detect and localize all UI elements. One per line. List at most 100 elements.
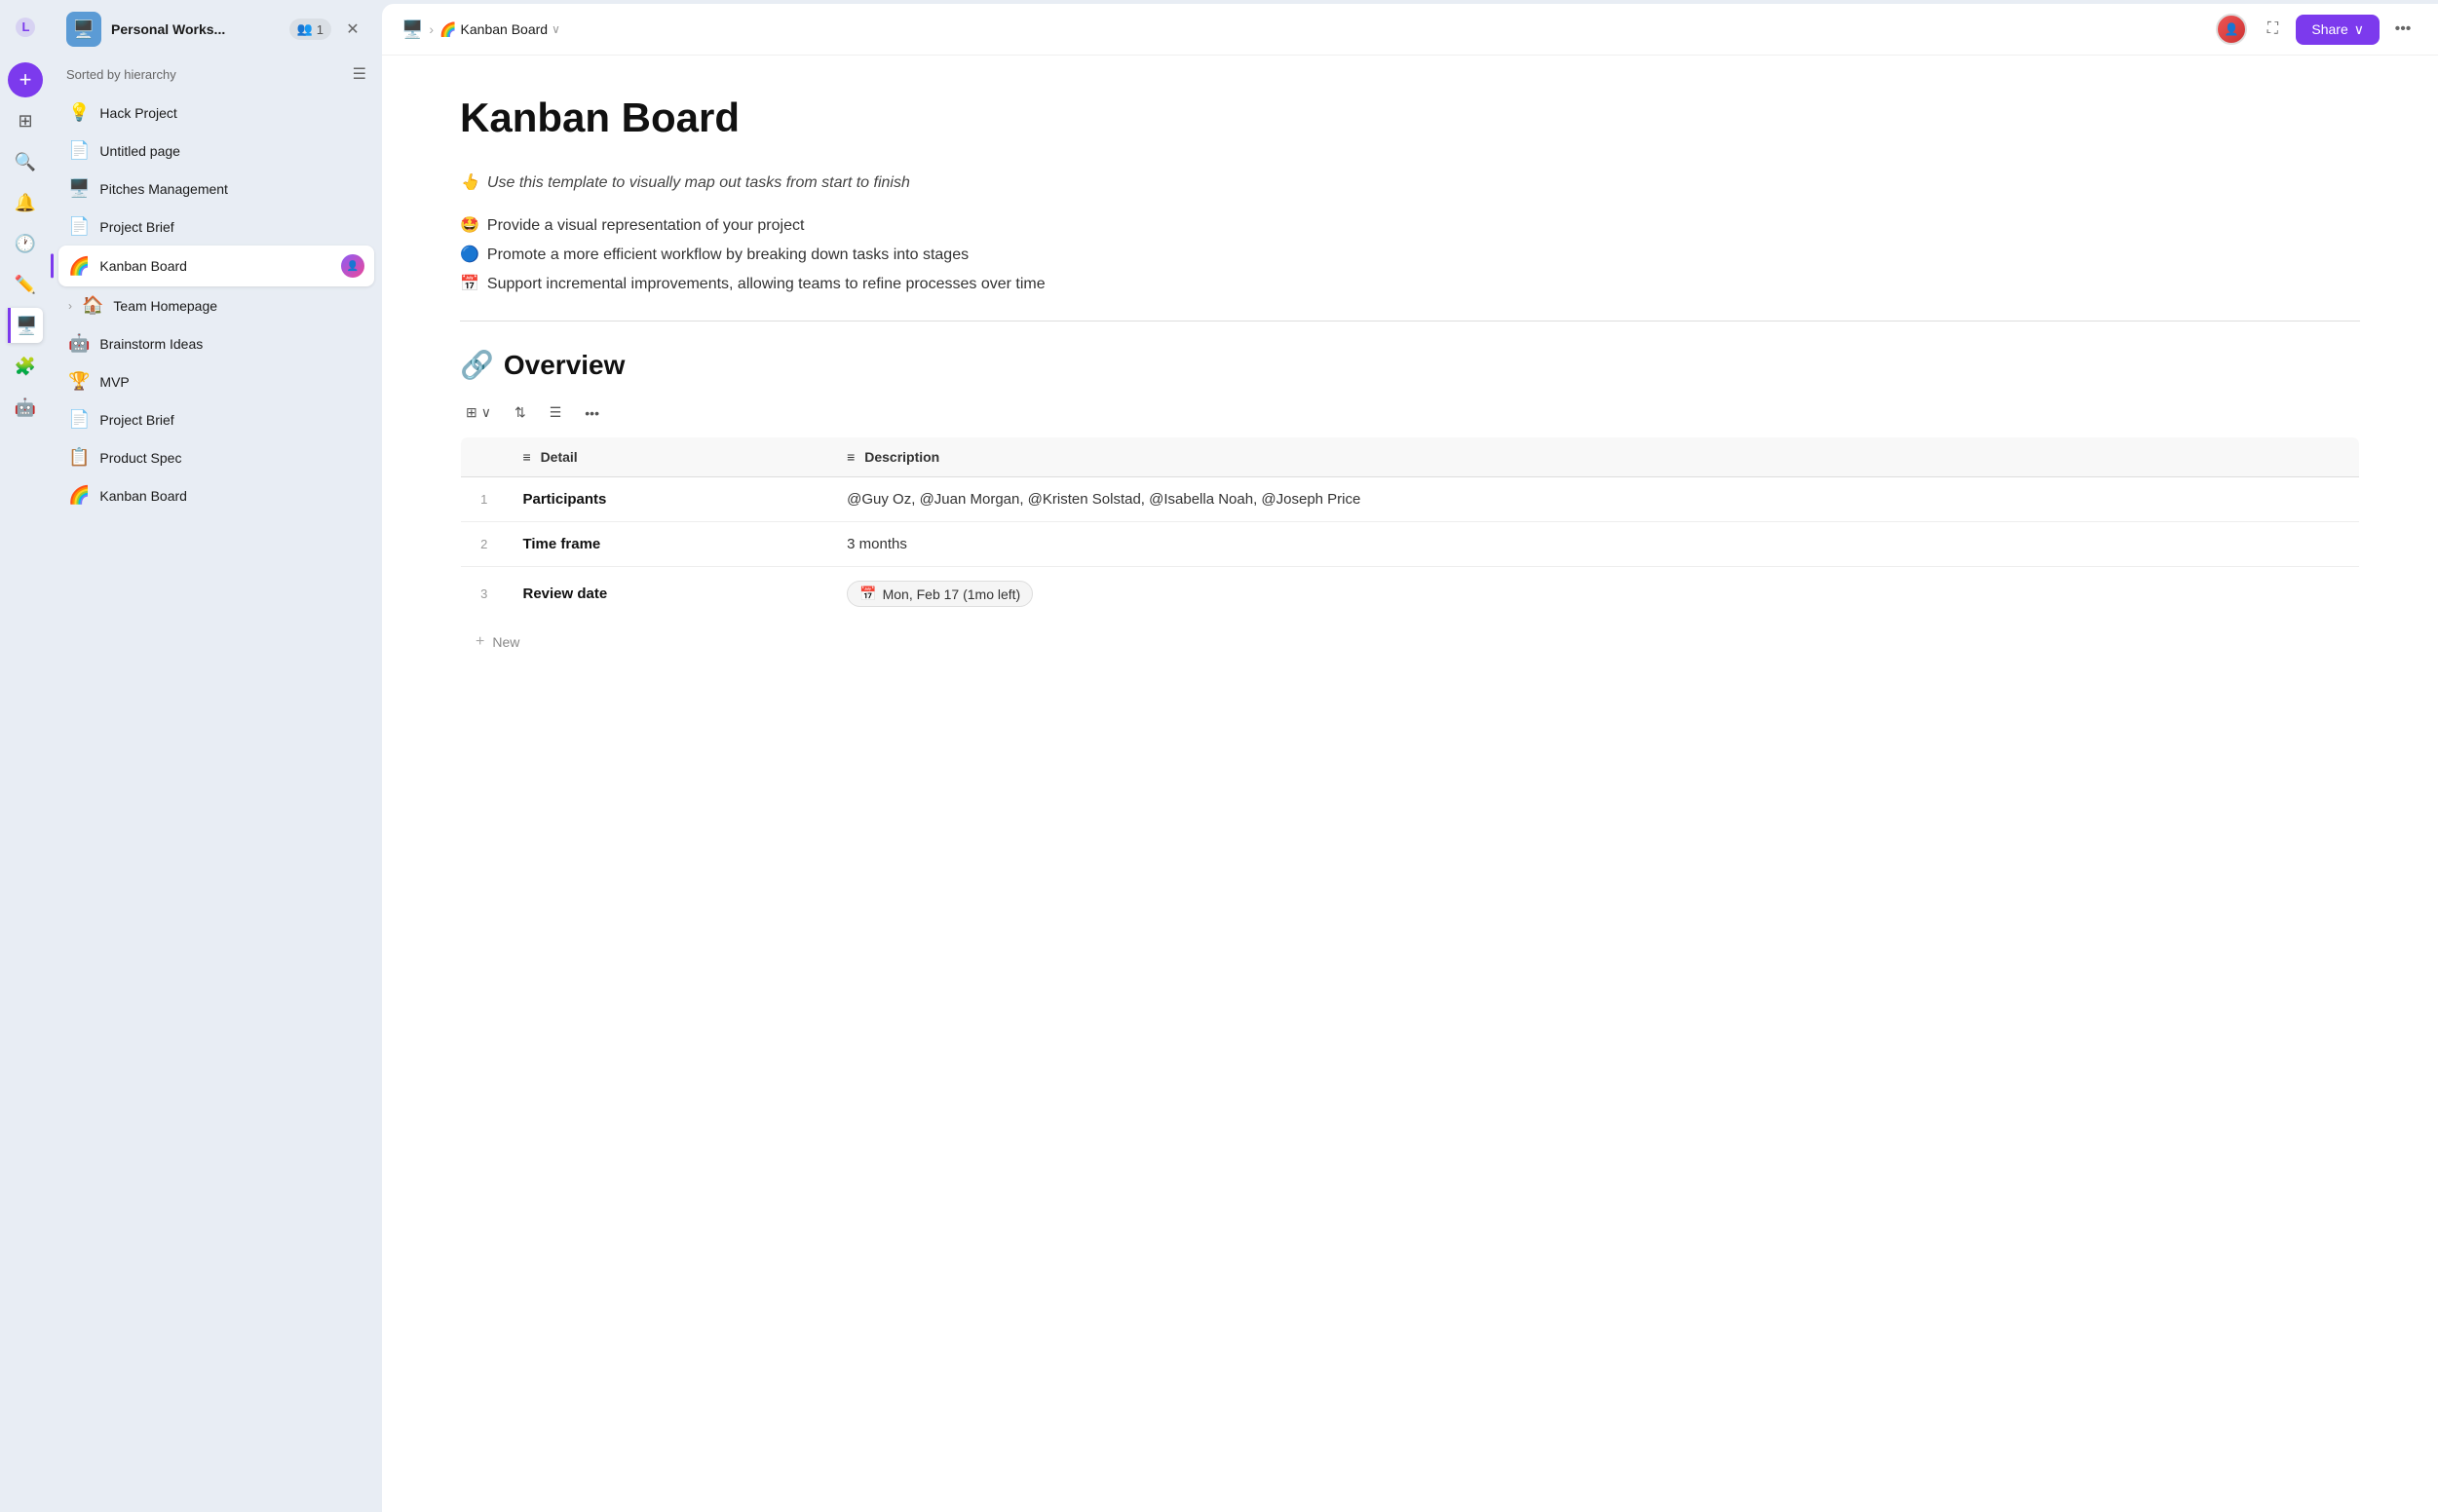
workspace-icon: 🖥️ <box>66 12 101 47</box>
page-content: Kanban Board 👆 Use this template to visu… <box>382 56 2438 1512</box>
filter-icon: ☰ <box>550 404 562 421</box>
breadcrumb-page-icon: 🌈 <box>439 21 456 38</box>
breadcrumb-workspace-icon: 🖥️ <box>401 19 423 40</box>
sort-button[interactable]: ⇅ <box>509 400 532 425</box>
plus-icon: + <box>476 633 484 651</box>
add-new-row-button[interactable]: + New <box>460 622 2360 662</box>
bullet-emoji-1: 🤩 <box>460 215 479 235</box>
untitled-icon: 📄 <box>68 140 90 161</box>
sidebar-item-label: Product Spec <box>99 450 364 466</box>
topbar-actions: ⛶ Share ∨ ••• <box>2257 14 2419 45</box>
sidebar-item-hack[interactable]: 💡 Hack Project <box>58 94 374 132</box>
sidebar-item-label: Team Homepage <box>113 298 364 314</box>
sidebar-header: 🖥️ Personal Works... 👥 1 ✕ <box>51 0 382 58</box>
breadcrumb: 🖥️ › 🌈 Kanban Board ∨ <box>401 19 2206 40</box>
svg-text:L: L <box>22 19 30 34</box>
new-row-label: New <box>492 634 519 650</box>
breadcrumb-separator: › <box>429 21 434 37</box>
list-item: 📅 Support incremental improvements, allo… <box>460 274 2360 293</box>
sidebar-item-mvp[interactable]: 🏆 MVP <box>58 362 374 400</box>
pitches-icon: 🖥️ <box>68 178 90 199</box>
intro-line: 👆 Use this template to visually map out … <box>460 172 2360 192</box>
workspace-name: Personal Works... <box>111 21 280 37</box>
topbar: 🖥️ › 🌈 Kanban Board ∨ 👤 ⛶ Share ∨ ••• <box>382 4 2438 56</box>
sidebar-item-label: Untitled page <box>99 143 364 159</box>
focus-mode-button[interactable]: ⛶ <box>2257 14 2288 45</box>
sort-label: Sorted by hierarchy <box>66 67 176 82</box>
row-detail-1: Participants <box>508 477 832 522</box>
bullet-text-2: Promote a more efficient workflow by bre… <box>487 246 969 264</box>
row-detail-3: Review date <box>508 567 832 622</box>
mvp-icon: 🏆 <box>68 371 90 392</box>
kanban-user-avatar: 👤 <box>341 254 364 278</box>
member-badge[interactable]: 👥 1 <box>289 19 331 40</box>
table-header-num <box>461 437 508 477</box>
brief2-icon: 📄 <box>68 409 90 430</box>
home-icon-btn[interactable]: ⊞ <box>8 103 43 138</box>
sidebar-item-brief1[interactable]: 📄 Project Brief <box>58 208 374 246</box>
list-item: 🤩 Provide a visual representation of you… <box>460 215 2360 235</box>
member-icon: 👥 <box>297 21 313 37</box>
components-icon-btn[interactable]: 🧩 <box>8 349 43 384</box>
sidebar-item-brief2[interactable]: 📄 Project Brief <box>58 400 374 438</box>
row-description-2: 3 months <box>831 522 2359 567</box>
main-content-area: 🖥️ › 🌈 Kanban Board ∨ 👤 ⛶ Share ∨ ••• Ka… <box>382 4 2438 1512</box>
sidebar-header-actions: 👥 1 ✕ <box>289 16 366 43</box>
hack-icon: 💡 <box>68 102 90 123</box>
bullet-text-3: Support incremental improvements, allowi… <box>487 276 1046 293</box>
brainstorm-icon: 🤖 <box>68 333 90 354</box>
sidebar-item-label: Brainstorm Ideas <box>99 336 364 352</box>
bullet-list: 🤩 Provide a visual representation of you… <box>460 215 2360 293</box>
brief1-icon: 📄 <box>68 216 90 237</box>
sidebar-item-pitches[interactable]: 🖥️ Pitches Management <box>58 170 374 208</box>
bullet-emoji-3: 📅 <box>460 274 479 293</box>
workspaces-icon-btn[interactable]: 🖥️ <box>8 308 43 343</box>
kanban2-icon: 🌈 <box>68 485 90 506</box>
row-num-1: 1 <box>461 477 508 522</box>
sidebar-item-brainstorm[interactable]: 🤖 Brainstorm Ideas <box>58 324 374 362</box>
sidebar-item-label: Pitches Management <box>99 181 364 197</box>
description-col-icon: ≡ <box>847 449 855 465</box>
share-chevron-icon: ∨ <box>2354 21 2364 38</box>
table-row: 1 Participants @Guy Oz, @Juan Morgan, @K… <box>461 477 2360 522</box>
sidebar-item-kanban2[interactable]: 🌈 Kanban Board <box>58 476 374 514</box>
kanban1-icon: 🌈 <box>68 256 90 277</box>
search-icon-btn[interactable]: 🔍 <box>8 144 43 179</box>
table-header-detail: ≡ Detail <box>508 437 832 477</box>
filter-button[interactable]: ☰ <box>544 400 568 425</box>
sidebar-item-team[interactable]: › 🏠 Team Homepage <box>58 286 374 324</box>
overview-emoji: 🔗 <box>460 349 494 381</box>
close-sidebar-button[interactable]: ✕ <box>339 16 366 43</box>
date-icon: 📅 <box>859 586 876 602</box>
icon-rail: L + ⊞ 🔍 🔔 🕐 ✏️ 🖥️ 🧩 🤖 <box>0 0 51 1512</box>
date-badge[interactable]: 📅 Mon, Feb 17 (1mo left) <box>847 581 1033 607</box>
sidebar-item-spec[interactable]: 📋 Product Spec <box>58 438 374 476</box>
list-item: 🔵 Promote a more efficient workflow by b… <box>460 245 2360 264</box>
sidebar-item-label: MVP <box>99 374 364 390</box>
ellipsis-icon: ••• <box>585 405 599 421</box>
sidebar-item-label: Kanban Board <box>99 258 331 274</box>
sidebar-item-label: Project Brief <box>99 412 364 428</box>
recent-icon-btn[interactable]: 🕐 <box>8 226 43 261</box>
sidebar-item-untitled[interactable]: 📄 Untitled page <box>58 132 374 170</box>
favorites-icon-btn[interactable]: ✏️ <box>8 267 43 302</box>
sidebar-item-label: Project Brief <box>99 219 364 235</box>
share-button[interactable]: Share ∨ <box>2296 15 2380 45</box>
team-chevron-icon: › <box>68 299 72 313</box>
notifications-icon-btn[interactable]: 🔔 <box>8 185 43 220</box>
table-toolbar: ⊞ ∨ ⇅ ☰ ••• <box>460 400 2360 425</box>
detail-col-icon: ≡ <box>523 449 531 465</box>
more-options-button[interactable]: ••• <box>2387 14 2419 45</box>
view-selector-button[interactable]: ⊞ ∨ <box>460 400 497 425</box>
sidebar-list: 💡 Hack Project 📄 Untitled page 🖥️ Pitche… <box>51 94 382 1502</box>
breadcrumb-page-title[interactable]: 🌈 Kanban Board ∨ <box>439 21 560 38</box>
sort-icon-button[interactable]: ☰ <box>353 64 366 84</box>
page-title: Kanban Board <box>460 94 2360 141</box>
create-button[interactable]: + <box>8 62 43 97</box>
row-num-3: 3 <box>461 567 508 622</box>
sidebar-item-kanban1[interactable]: 🌈 Kanban Board 👤 <box>58 246 374 286</box>
user-avatar: 👤 <box>2216 14 2247 45</box>
ai-icon-btn[interactable]: 🤖 <box>8 390 43 425</box>
more-table-options-button[interactable]: ••• <box>579 401 605 425</box>
table-header-description: ≡ Description <box>831 437 2359 477</box>
